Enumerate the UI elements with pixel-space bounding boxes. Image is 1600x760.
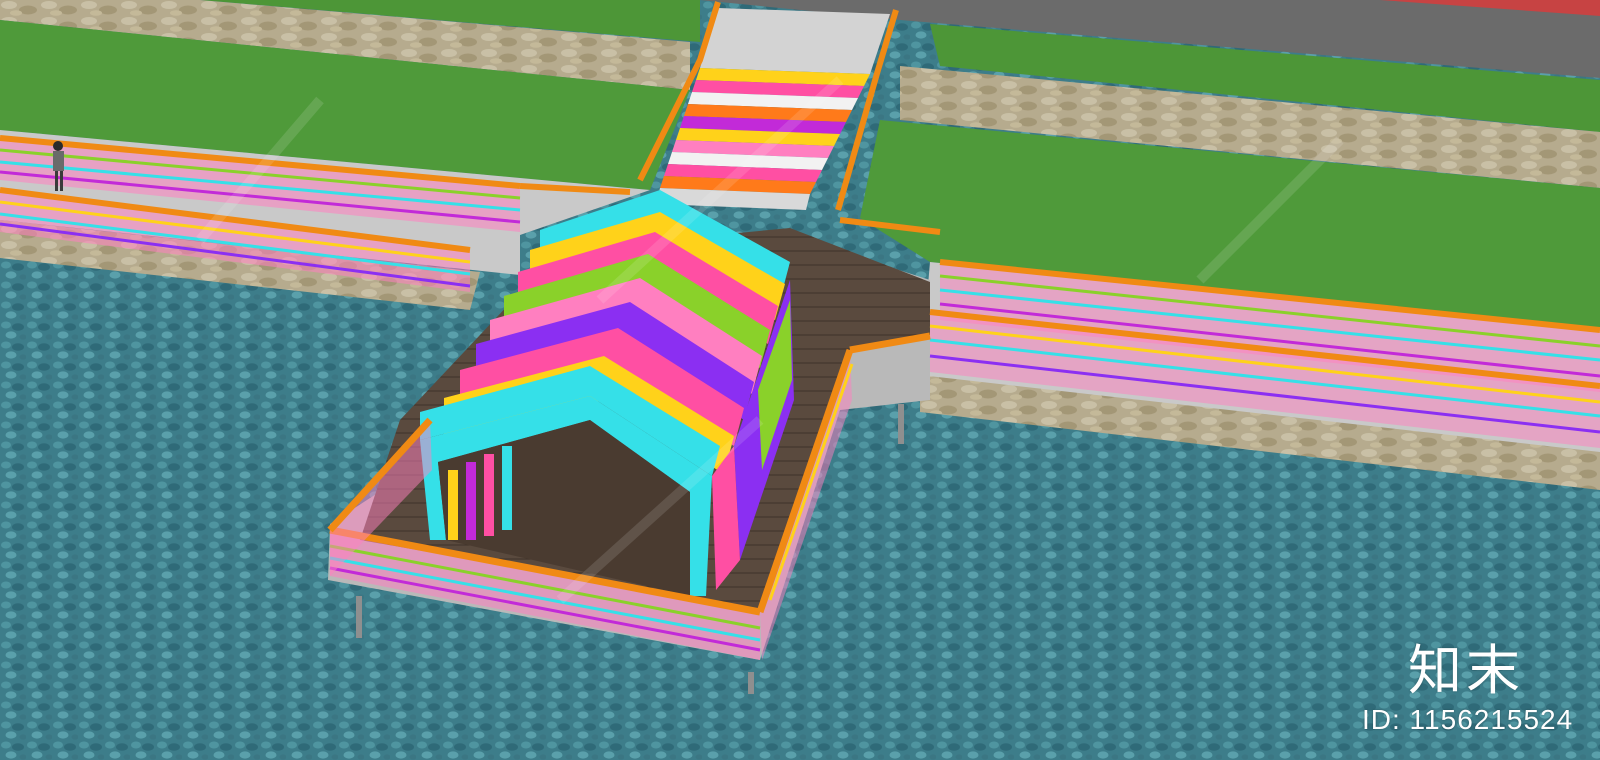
deck-leg bbox=[748, 672, 754, 694]
deck-leg bbox=[356, 596, 362, 638]
stair-landing bbox=[700, 8, 890, 74]
deck-leg bbox=[898, 404, 904, 444]
watermark-logo: 知末 bbox=[1408, 639, 1524, 702]
scene-canvas bbox=[0, 0, 1600, 760]
watermark-id: ID: 1156215524 bbox=[1362, 704, 1574, 735]
